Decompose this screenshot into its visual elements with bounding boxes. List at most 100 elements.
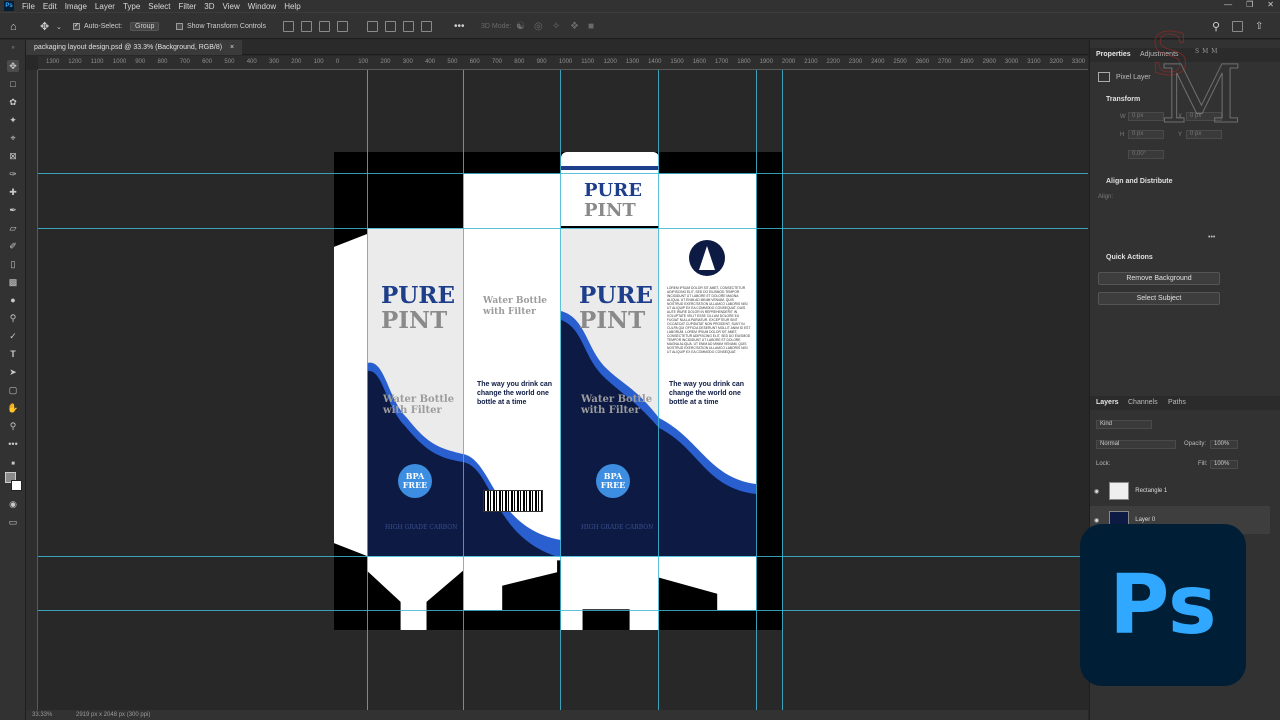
screen-mode-icon[interactable]: ▭: [7, 516, 19, 528]
default-colors-icon[interactable]: ■: [7, 458, 19, 470]
move-tool-icon[interactable]: ✥: [40, 20, 49, 33]
3d-pan-icon[interactable]: ✧: [552, 20, 560, 33]
document-info[interactable]: 2919 px x 2048 px (300 ppi): [76, 712, 150, 718]
lasso-tool-icon[interactable]: ✿: [7, 96, 19, 108]
distribute-bottom-icon[interactable]: [403, 20, 414, 33]
auto-select-target-dropdown[interactable]: Group: [130, 22, 160, 31]
guide-vertical[interactable]: [560, 70, 561, 710]
guide-horizontal[interactable]: [38, 556, 1088, 557]
collapse-toolbar-icon[interactable]: »: [7, 42, 19, 54]
align-center-icon[interactable]: [301, 20, 312, 33]
crop-tool-icon[interactable]: ⌖: [7, 132, 19, 144]
3d-camera-icon[interactable]: ■: [588, 20, 594, 33]
3d-slide-icon[interactable]: ❖: [570, 20, 579, 33]
guide-vertical[interactable]: [756, 70, 757, 710]
menu-3d[interactable]: 3D: [204, 2, 214, 11]
align-right-icon[interactable]: [319, 20, 330, 33]
distribute-middle-icon[interactable]: [385, 20, 396, 33]
auto-select-checkbox[interactable]: ✓: [73, 23, 80, 30]
menu-filter[interactable]: Filter: [179, 2, 197, 11]
type-tool-icon[interactable]: T: [7, 348, 19, 360]
visibility-eye-icon[interactable]: ◉: [1094, 488, 1099, 495]
more-align-icon[interactable]: •••: [1208, 234, 1215, 241]
select-subject-button[interactable]: Select Subject: [1098, 292, 1220, 305]
distribute-top-icon[interactable]: [367, 20, 378, 33]
marquee-tool-icon[interactable]: □: [7, 78, 19, 90]
menu-window[interactable]: Window: [248, 2, 276, 11]
tab-channels[interactable]: Channels: [1128, 399, 1158, 406]
guide-vertical[interactable]: [463, 70, 464, 710]
zoom-level[interactable]: 33.33%: [32, 712, 52, 718]
ruler-horizontal[interactable]: 1300 1200 1100 1000 900 800 700 600 500 400 300 200…: [38, 56, 1088, 70]
align-top-icon[interactable]: [337, 20, 348, 33]
filter-kind-dropdown[interactable]: Kind: [1096, 420, 1152, 429]
distribute-left-icon[interactable]: [421, 20, 432, 33]
gradient-tool-icon[interactable]: ▩: [7, 276, 19, 288]
opacity-field[interactable]: 100%: [1210, 440, 1238, 449]
menu-layer[interactable]: Layer: [95, 2, 115, 11]
brush-tool-icon[interactable]: ✒: [7, 204, 19, 216]
blur-tool-icon[interactable]: ●: [7, 294, 19, 306]
ruler-vertical[interactable]: [26, 70, 38, 710]
auto-select-control[interactable]: ✓ Auto-Select:: [73, 20, 122, 33]
path-select-icon[interactable]: ➤: [7, 366, 19, 378]
clone-stamp-icon[interactable]: ▱: [7, 222, 19, 234]
move-tool-icon[interactable]: ✥: [7, 60, 19, 72]
blend-mode-dropdown[interactable]: Normal: [1096, 440, 1176, 449]
chevron-down-icon[interactable]: ⌄: [56, 20, 62, 33]
home-icon[interactable]: ⌂: [10, 20, 17, 33]
packaging-artboard[interactable]: PURE PINT PURE PINT Water Bottle with Fi…: [334, 152, 782, 630]
visibility-eye-icon[interactable]: ◉: [1094, 517, 1099, 524]
canvas-area[interactable]: PURE PINT PURE PINT Water Bottle with Fi…: [38, 70, 1088, 710]
menu-file[interactable]: File: [22, 2, 35, 11]
show-transform-checkbox[interactable]: [176, 23, 183, 30]
frame-tool-icon[interactable]: ⊠: [7, 150, 19, 162]
layer-row-rectangle-1[interactable]: ◉ Rectangle 1: [1090, 477, 1270, 505]
quick-actions-title[interactable]: Quick Actions: [1106, 254, 1153, 261]
quick-select-tool-icon[interactable]: ✦: [7, 114, 19, 126]
more-tools-icon[interactable]: •••: [7, 438, 19, 450]
guide-vertical[interactable]: [658, 70, 659, 710]
remove-background-button[interactable]: Remove Background: [1098, 272, 1220, 285]
guide-horizontal[interactable]: [38, 173, 1088, 174]
align-section-title[interactable]: Align and Distribute: [1106, 178, 1173, 185]
fill-field[interactable]: 100%: [1210, 460, 1238, 469]
align-left-icon[interactable]: [283, 20, 294, 33]
guide-horizontal[interactable]: [38, 228, 1088, 229]
tab-paths[interactable]: Paths: [1168, 399, 1186, 406]
quick-mask-icon[interactable]: ◉: [7, 498, 19, 510]
guide-horizontal[interactable]: [38, 610, 1088, 611]
healing-brush-icon[interactable]: ✚: [7, 186, 19, 198]
menu-help[interactable]: Help: [284, 2, 300, 11]
history-brush-icon[interactable]: ✐: [7, 240, 19, 252]
more-options-icon[interactable]: •••: [454, 20, 465, 33]
menu-select[interactable]: Select: [148, 2, 170, 11]
layer-name[interactable]: Layer 0: [1135, 517, 1155, 523]
show-transform-control[interactable]: Show Transform Controls: [176, 20, 266, 33]
zoom-tool-icon[interactable]: ⚲: [7, 420, 19, 432]
restore-icon[interactable]: ❐: [1246, 0, 1253, 9]
hand-tool-icon[interactable]: ✋: [7, 402, 19, 414]
transform-section-title[interactable]: Transform: [1106, 96, 1140, 103]
close-window-icon[interactable]: ✕: [1267, 0, 1274, 9]
minimize-icon[interactable]: —: [1224, 0, 1232, 9]
menu-image[interactable]: Image: [65, 2, 87, 11]
rectangle-tool-icon[interactable]: ▢: [7, 384, 19, 396]
document-tab[interactable]: packaging layout design.psd @ 33.3% (Bac…: [26, 40, 243, 55]
angle-field[interactable]: 0.00°: [1128, 150, 1164, 159]
background-color-swatch[interactable]: [11, 480, 22, 491]
menu-type[interactable]: Type: [123, 2, 140, 11]
menu-edit[interactable]: Edit: [43, 2, 57, 11]
close-icon[interactable]: ×: [230, 44, 234, 51]
guide-vertical[interactable]: [367, 70, 368, 710]
tab-properties[interactable]: Properties: [1096, 51, 1131, 58]
dodge-tool-icon[interactable]: ⚲: [7, 312, 19, 324]
3d-roll-icon[interactable]: ◎: [534, 20, 543, 33]
eyedropper-tool-icon[interactable]: ✑: [7, 168, 19, 180]
guide-vertical[interactable]: [782, 70, 783, 710]
eraser-tool-icon[interactable]: ▯: [7, 258, 19, 270]
menu-view[interactable]: View: [223, 2, 240, 11]
3d-orbit-icon[interactable]: ☯: [516, 20, 525, 33]
layer-name[interactable]: Rectangle 1: [1135, 488, 1167, 494]
tab-layers[interactable]: Layers: [1096, 399, 1119, 406]
